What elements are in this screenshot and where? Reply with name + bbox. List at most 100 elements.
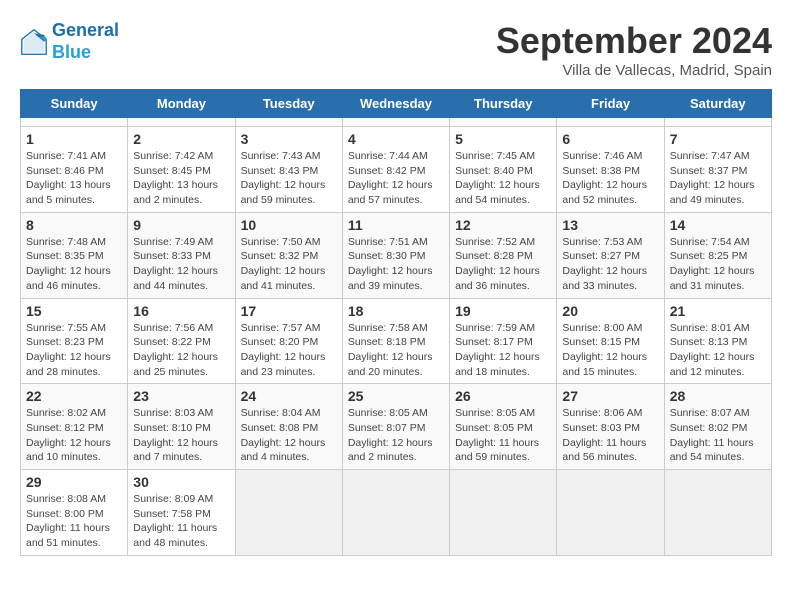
day-info: Sunrise: 8:06 AMSunset: 8:03 PMDaylight:…	[562, 406, 658, 465]
day-info: Sunrise: 7:44 AMSunset: 8:42 PMDaylight:…	[348, 149, 444, 208]
weekday-header-tuesday: Tuesday	[235, 90, 342, 118]
logo-line2: Blue	[52, 42, 91, 62]
weekday-header-friday: Friday	[557, 90, 664, 118]
calendar-cell: 19 Sunrise: 7:59 AMSunset: 8:17 PMDayligh…	[450, 298, 557, 384]
day-number: 1	[26, 131, 122, 147]
location-title: Villa de Vallecas, Madrid, Spain	[496, 62, 772, 79]
day-number: 24	[241, 388, 337, 404]
calendar-cell	[557, 118, 664, 127]
calendar-cell: 4 Sunrise: 7:44 AMSunset: 8:42 PMDaylight…	[342, 127, 449, 213]
calendar-cell	[128, 118, 235, 127]
calendar-cell: 7Sunrise: 7:47 AMSunset: 8:37 PMDaylight…	[664, 127, 771, 213]
week-row-1	[21, 118, 772, 127]
day-info: Sunrise: 8:02 AMSunset: 8:12 PMDaylight:…	[26, 406, 122, 465]
calendar-cell	[450, 470, 557, 556]
day-info: Sunrise: 7:46 AMSunset: 8:38 PMDaylight:…	[562, 149, 658, 208]
week-row-2: 1 Sunrise: 7:41 AMSunset: 8:46 PMDaylight…	[21, 127, 772, 213]
logo-line1: General	[52, 20, 119, 40]
day-info: Sunrise: 7:56 AMSunset: 8:22 PMDaylight:…	[133, 321, 229, 380]
day-info: Sunrise: 7:48 AMSunset: 8:35 PMDaylight:…	[26, 235, 122, 294]
calendar-cell: 25 Sunrise: 8:05 AMSunset: 8:07 PMDayligh…	[342, 384, 449, 470]
day-info: Sunrise: 7:47 AMSunset: 8:37 PMDaylight:…	[670, 149, 766, 208]
week-row-6: 29Sunrise: 8:08 AMSunset: 8:00 PMDayligh…	[21, 470, 772, 556]
day-info: Sunrise: 7:57 AMSunset: 8:20 PMDaylight:…	[241, 321, 337, 380]
calendar-cell: 13 Sunrise: 7:53 AMSunset: 8:27 PMDayligh…	[557, 212, 664, 298]
day-info: Sunrise: 7:59 AMSunset: 8:17 PMDaylight:…	[455, 321, 551, 380]
day-info: Sunrise: 7:52 AMSunset: 8:28 PMDaylight:…	[455, 235, 551, 294]
week-row-4: 15Sunrise: 7:55 AMSunset: 8:23 PMDayligh…	[21, 298, 772, 384]
day-info: Sunrise: 8:07 AMSunset: 8:02 PMDaylight:…	[670, 406, 766, 465]
day-number: 12	[455, 217, 551, 233]
calendar-cell: 30 Sunrise: 8:09 AMSunset: 7:58 PMDayligh…	[128, 470, 235, 556]
month-title: September 2024	[496, 20, 772, 62]
day-number: 3	[241, 131, 337, 147]
day-number: 10	[241, 217, 337, 233]
day-info: Sunrise: 8:08 AMSunset: 8:00 PMDaylight:…	[26, 492, 122, 551]
calendar-cell: 1 Sunrise: 7:41 AMSunset: 8:46 PMDaylight…	[21, 127, 128, 213]
week-row-3: 8Sunrise: 7:48 AMSunset: 8:35 PMDaylight…	[21, 212, 772, 298]
calendar-cell	[235, 470, 342, 556]
day-number: 19	[455, 303, 551, 319]
logo-text: General Blue	[52, 20, 119, 63]
title-block: September 2024 Villa de Vallecas, Madrid…	[496, 20, 772, 79]
calendar-cell: 2 Sunrise: 7:42 AMSunset: 8:45 PMDaylight…	[128, 127, 235, 213]
day-number: 11	[348, 217, 444, 233]
calendar-cell	[664, 118, 771, 127]
day-info: Sunrise: 7:45 AMSunset: 8:40 PMDaylight:…	[455, 149, 551, 208]
day-info: Sunrise: 7:50 AMSunset: 8:32 PMDaylight:…	[241, 235, 337, 294]
calendar-cell: 12 Sunrise: 7:52 AMSunset: 8:28 PMDayligh…	[450, 212, 557, 298]
day-number: 27	[562, 388, 658, 404]
calendar-cell: 16Sunrise: 7:56 AMSunset: 8:22 PMDayligh…	[128, 298, 235, 384]
week-row-5: 22Sunrise: 8:02 AMSunset: 8:12 PMDayligh…	[21, 384, 772, 470]
day-number: 30	[133, 474, 229, 490]
day-number: 2	[133, 131, 229, 147]
day-number: 18	[348, 303, 444, 319]
logo-icon	[20, 28, 48, 56]
day-info: Sunrise: 7:58 AMSunset: 8:18 PMDaylight:…	[348, 321, 444, 380]
calendar-cell	[664, 470, 771, 556]
day-info: Sunrise: 8:04 AMSunset: 8:08 PMDaylight:…	[241, 406, 337, 465]
calendar-cell	[235, 118, 342, 127]
day-number: 25	[348, 388, 444, 404]
day-number: 9	[133, 217, 229, 233]
calendar-cell: 26Sunrise: 8:05 AMSunset: 8:05 PMDayligh…	[450, 384, 557, 470]
day-info: Sunrise: 8:09 AMSunset: 7:58 PMDaylight:…	[133, 492, 229, 551]
calendar-cell: 3Sunrise: 7:43 AMSunset: 8:43 PMDaylight…	[235, 127, 342, 213]
page-header: General Blue September 2024 Villa de Val…	[20, 20, 772, 79]
day-number: 6	[562, 131, 658, 147]
calendar-cell	[450, 118, 557, 127]
calendar-cell: 14Sunrise: 7:54 AMSunset: 8:25 PMDayligh…	[664, 212, 771, 298]
day-number: 20	[562, 303, 658, 319]
calendar-cell: 15Sunrise: 7:55 AMSunset: 8:23 PMDayligh…	[21, 298, 128, 384]
calendar-cell: 22Sunrise: 8:02 AMSunset: 8:12 PMDayligh…	[21, 384, 128, 470]
day-info: Sunrise: 7:51 AMSunset: 8:30 PMDaylight:…	[348, 235, 444, 294]
weekday-header-row: SundayMondayTuesdayWednesdayThursdayFrid…	[21, 90, 772, 118]
calendar-cell: 24 Sunrise: 8:04 AMSunset: 8:08 PMDayligh…	[235, 384, 342, 470]
calendar-cell	[342, 118, 449, 127]
day-number: 5	[455, 131, 551, 147]
day-number: 13	[562, 217, 658, 233]
day-info: Sunrise: 8:05 AMSunset: 8:07 PMDaylight:…	[348, 406, 444, 465]
calendar-cell: 29Sunrise: 8:08 AMSunset: 8:00 PMDayligh…	[21, 470, 128, 556]
day-info: Sunrise: 7:41 AMSunset: 8:46 PMDaylight:…	[26, 149, 122, 208]
calendar-cell	[21, 118, 128, 127]
day-info: Sunrise: 7:53 AMSunset: 8:27 PMDaylight:…	[562, 235, 658, 294]
day-number: 23	[133, 388, 229, 404]
weekday-header-saturday: Saturday	[664, 90, 771, 118]
day-info: Sunrise: 7:49 AMSunset: 8:33 PMDaylight:…	[133, 235, 229, 294]
calendar-cell: 9 Sunrise: 7:49 AMSunset: 8:33 PMDaylight…	[128, 212, 235, 298]
day-info: Sunrise: 8:01 AMSunset: 8:13 PMDaylight:…	[670, 321, 766, 380]
calendar-cell: 28Sunrise: 8:07 AMSunset: 8:02 PMDayligh…	[664, 384, 771, 470]
calendar-cell: 5 Sunrise: 7:45 AMSunset: 8:40 PMDaylight…	[450, 127, 557, 213]
weekday-header-sunday: Sunday	[21, 90, 128, 118]
day-info: Sunrise: 7:42 AMSunset: 8:45 PMDaylight:…	[133, 149, 229, 208]
calendar-cell: 27 Sunrise: 8:06 AMSunset: 8:03 PMDayligh…	[557, 384, 664, 470]
day-info: Sunrise: 7:54 AMSunset: 8:25 PMDaylight:…	[670, 235, 766, 294]
calendar-cell	[557, 470, 664, 556]
day-number: 4	[348, 131, 444, 147]
day-number: 15	[26, 303, 122, 319]
weekday-header-thursday: Thursday	[450, 90, 557, 118]
day-number: 21	[670, 303, 766, 319]
calendar-cell: 8Sunrise: 7:48 AMSunset: 8:35 PMDaylight…	[21, 212, 128, 298]
day-info: Sunrise: 8:00 AMSunset: 8:15 PMDaylight:…	[562, 321, 658, 380]
